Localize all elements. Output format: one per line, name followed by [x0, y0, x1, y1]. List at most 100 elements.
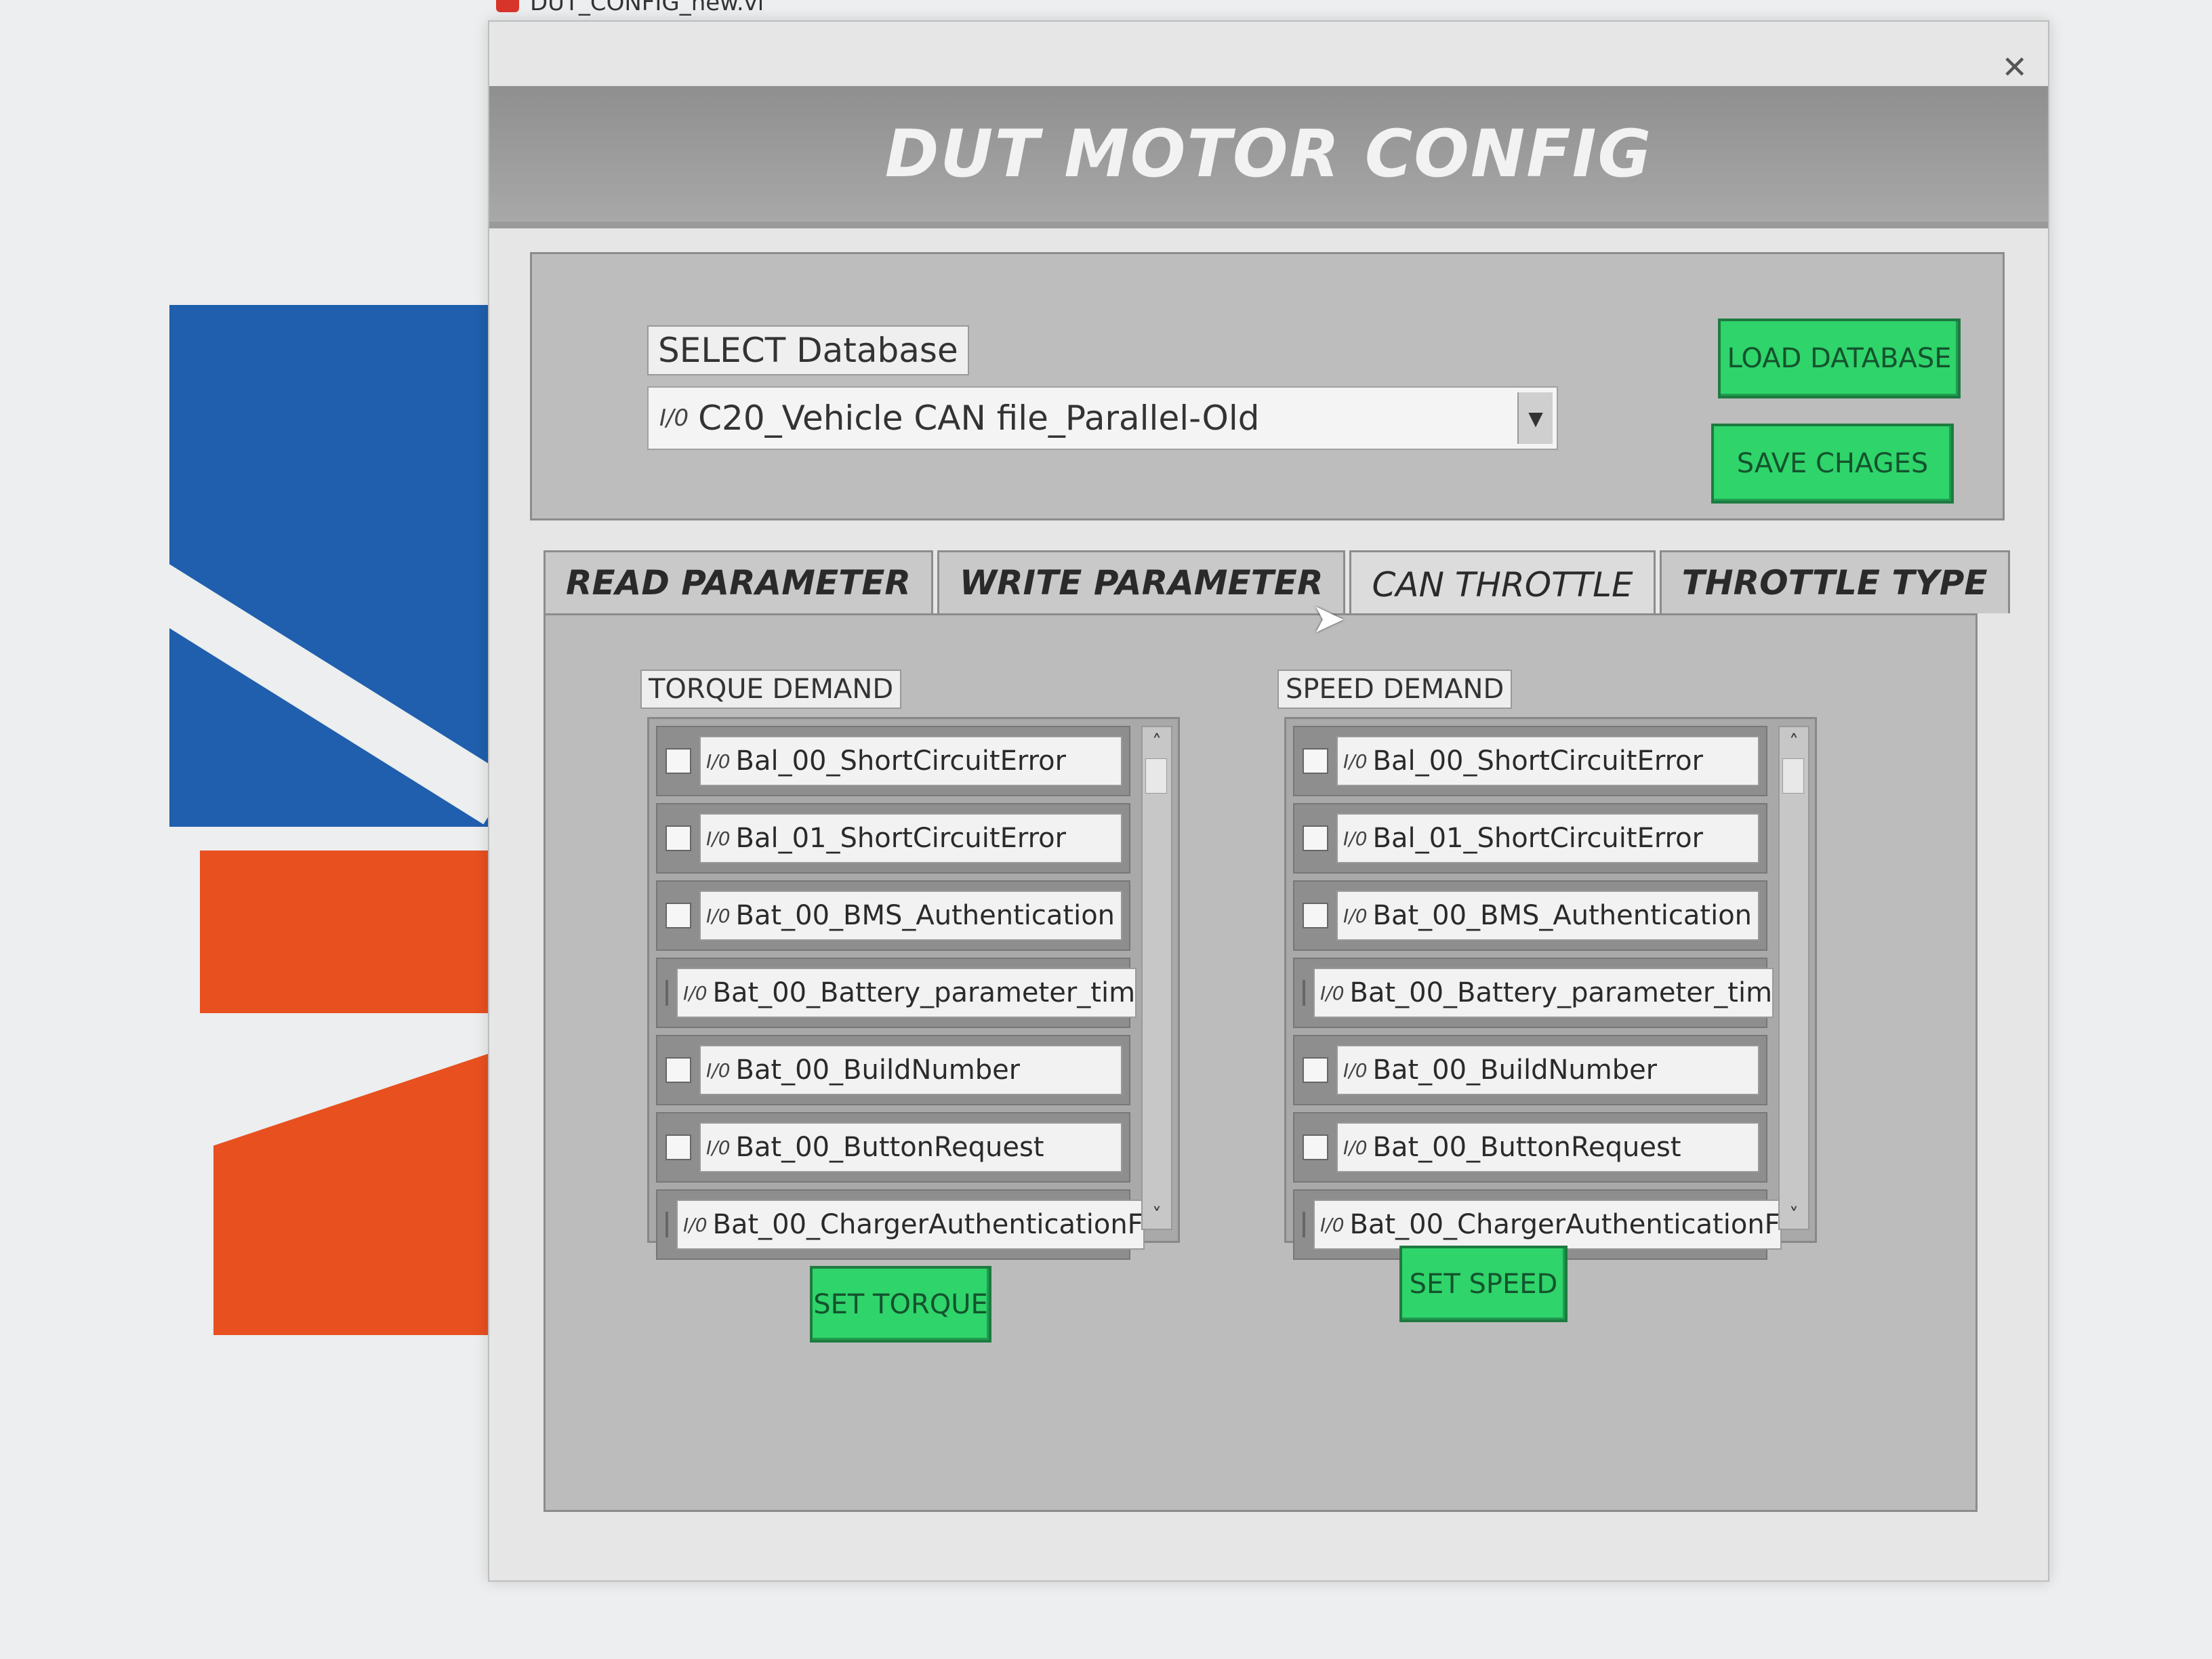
labview-icon — [496, 0, 519, 12]
checkbox[interactable] — [665, 1057, 691, 1083]
signal-name: Bat_00_ChargerAuthenticationF — [712, 1209, 1143, 1240]
list-item: I/0 Bat_00_BuildNumber — [656, 1035, 1130, 1105]
tab-throttle-type[interactable]: THROTTLE TYPE — [1659, 550, 2010, 613]
save-changes-button[interactable]: SAVE CHAGES — [1711, 424, 1954, 504]
io-ring-icon: I/0 — [1343, 904, 1368, 927]
database-dropdown[interactable]: I/0 C20_Vehicle CAN file_Parallel-Old ▼ — [647, 386, 1558, 450]
page-title: DUT MOTOR CONFIG — [884, 116, 1653, 192]
signal-name-field[interactable]: I/0 Bat_00_ChargerAuthenticationF — [676, 1200, 1145, 1250]
set-torque-button[interactable]: SET TORQUE — [810, 1266, 991, 1343]
database-panel: SELECT Database I/0 C20_Vehicle CAN file… — [530, 252, 2005, 520]
speed-scrollbar[interactable]: ˄ ˅ — [1778, 726, 1809, 1230]
torque-demand-list: I/0 Bal_00_ShortCircuitError I/0 Bal_01_Sho… — [647, 717, 1180, 1260]
signal-name: Bat_00_ButtonRequest — [735, 1132, 1044, 1163]
scroll-down-icon[interactable]: ˅ — [1143, 1200, 1171, 1229]
signal-name: Bat_00_BMS_Authentication — [735, 900, 1115, 931]
list-item: I/0 Bat_00_BMS_Authentication — [1293, 880, 1767, 951]
set-speed-button[interactable]: SET SPEED — [1399, 1246, 1568, 1322]
signal-name-field[interactable]: I/0 Bat_00_BuildNumber — [1336, 1045, 1759, 1095]
checkbox[interactable] — [665, 1212, 668, 1237]
signal-name: Bal_01_ShortCircuitError — [1372, 823, 1704, 854]
checkbox[interactable] — [1303, 748, 1328, 774]
list-item: I/0 Bat_00_Battery_parameter_tim — [656, 958, 1137, 1028]
checkbox[interactable] — [665, 748, 691, 774]
checkbox[interactable] — [1303, 903, 1328, 928]
tab-write-parameter[interactable]: WRITE PARAMETER — [937, 550, 1346, 613]
signal-name: Bal_00_ShortCircuitError — [1372, 745, 1704, 777]
signal-name-field[interactable]: I/0 Bat_00_ButtonRequest — [699, 1122, 1122, 1172]
list-item: I/0 Bat_00_Battery_parameter_tim — [1293, 958, 1774, 1028]
select-database-label: SELECT Database — [647, 325, 969, 375]
tab-read-parameter[interactable]: READ PARAMETER — [544, 550, 933, 613]
signal-name: Bat_00_ChargerAuthenticationF — [1349, 1209, 1780, 1240]
signal-name: Bat_00_ButtonRequest — [1372, 1132, 1681, 1163]
io-ring-icon: I/0 — [1320, 981, 1345, 1004]
signal-name-field[interactable]: I/0 Bat_00_BMS_Authentication — [1336, 890, 1759, 941]
list-item: I/0 Bat_00_ButtonRequest — [656, 1112, 1130, 1183]
speed-demand-list: I/0 Bal_00_ShortCircuitError I/0 Bal_01_Sho… — [1284, 717, 1817, 1260]
signal-name-field[interactable]: I/0 Bal_01_ShortCircuitError — [1336, 813, 1759, 863]
checkbox[interactable] — [1303, 980, 1305, 1006]
scroll-down-icon[interactable]: ˅ — [1780, 1200, 1808, 1229]
database-selected-value: C20_Vehicle CAN file_Parallel-Old — [698, 398, 1260, 438]
signal-name-field[interactable]: I/0 Bat_00_BMS_Authentication — [699, 890, 1122, 941]
can-throttle-panel: TORQUE DEMAND I/0 Bal_00_ShortCircuitErro… — [544, 595, 1978, 1512]
tab-can-throttle[interactable]: CAN THROTTLE — [1349, 550, 1656, 617]
window-title: DUT_CONFIG_new.vi — [530, 0, 764, 16]
scroll-thumb[interactable] — [1145, 758, 1167, 794]
signal-name-field[interactable]: I/0 Bal_01_ShortCircuitError — [699, 813, 1122, 863]
io-ring-icon: I/0 — [706, 827, 731, 850]
wallpaper-logo-blue — [169, 305, 522, 827]
signal-name-field[interactable]: I/0 Bat_00_ButtonRequest — [1336, 1122, 1759, 1172]
signal-name-field[interactable]: I/0 Bat_00_BuildNumber — [699, 1045, 1122, 1095]
tab-bar: READ PARAMETER WRITE PARAMETER CAN THROT… — [544, 550, 2014, 617]
close-icon[interactable]: ✕ — [2001, 49, 2028, 85]
chevron-down-icon[interactable]: ▼ — [1517, 392, 1553, 444]
checkbox[interactable] — [665, 903, 691, 928]
signal-name-field[interactable]: I/0 Bat_00_ChargerAuthenticationF — [1313, 1200, 1782, 1250]
signal-name-field[interactable]: I/0 Bal_00_ShortCircuitError — [1336, 736, 1759, 786]
signal-name-field[interactable]: I/0 Bat_00_Battery_parameter_tim — [676, 968, 1137, 1018]
signal-name: Bat_00_BuildNumber — [1372, 1054, 1658, 1086]
io-ring-icon: I/0 — [706, 1136, 731, 1159]
wallpaper-logo-orange-top — [200, 851, 518, 1013]
io-ring-icon: I/0 — [1343, 750, 1368, 773]
signal-name: Bal_01_ShortCircuitError — [735, 823, 1067, 854]
io-ring-icon: I/0 — [683, 1213, 708, 1236]
scroll-up-icon[interactable]: ˄ — [1780, 727, 1808, 756]
list-item: I/0 Bal_01_ShortCircuitError — [1293, 803, 1767, 874]
signal-name: Bat_00_BuildNumber — [735, 1054, 1021, 1086]
title-bar: DUT_CONFIG_new.vi — [489, 0, 2048, 22]
checkbox[interactable] — [1303, 1212, 1305, 1237]
checkbox[interactable] — [665, 980, 668, 1006]
signal-name: Bal_00_ShortCircuitError — [735, 745, 1067, 777]
signal-name: Bat_00_Battery_parameter_tim — [1349, 977, 1773, 1008]
config-window: DUT_CONFIG_new.vi ✕ DUT MOTOR CONFIG SEL… — [488, 0, 2049, 1582]
checkbox[interactable] — [1303, 1057, 1328, 1083]
list-item: I/0 Bat_00_BuildNumber — [1293, 1035, 1767, 1105]
signal-name: Bat_00_BMS_Authentication — [1372, 900, 1753, 931]
list-item: I/0 Bal_01_ShortCircuitError — [656, 803, 1130, 874]
header-banner: DUT MOTOR CONFIG — [489, 86, 2048, 228]
checkbox[interactable] — [665, 1134, 691, 1160]
io-ring-icon: I/0 — [1343, 1136, 1368, 1159]
io-ring-icon: I/0 — [1343, 1059, 1368, 1082]
speed-demand-label: SPEED DEMAND — [1277, 670, 1513, 709]
torque-scrollbar[interactable]: ˄ ˅ — [1141, 726, 1172, 1230]
load-database-button[interactable]: LOAD DATABASE — [1718, 319, 1961, 398]
list-item: I/0 Bal_00_ShortCircuitError — [1293, 726, 1767, 796]
io-ring-icon: I/0 — [1343, 827, 1368, 850]
checkbox[interactable] — [1303, 825, 1328, 851]
signal-name-field[interactable]: I/0 Bat_00_Battery_parameter_tim — [1313, 968, 1774, 1018]
checkbox[interactable] — [1303, 1134, 1328, 1160]
checkbox[interactable] — [665, 825, 691, 851]
scroll-up-icon[interactable]: ˄ — [1143, 727, 1171, 756]
io-ring-icon: I/0 — [706, 750, 731, 773]
io-ring-icon: I/0 — [659, 405, 689, 432]
scroll-thumb[interactable] — [1782, 758, 1804, 794]
io-ring-icon: I/0 — [706, 904, 731, 927]
signal-name-field[interactable]: I/0 Bal_00_ShortCircuitError — [699, 736, 1122, 786]
list-item: I/0 Bal_00_ShortCircuitError — [656, 726, 1130, 796]
io-ring-icon: I/0 — [1320, 1213, 1345, 1236]
torque-demand-label: TORQUE DEMAND — [640, 670, 902, 709]
